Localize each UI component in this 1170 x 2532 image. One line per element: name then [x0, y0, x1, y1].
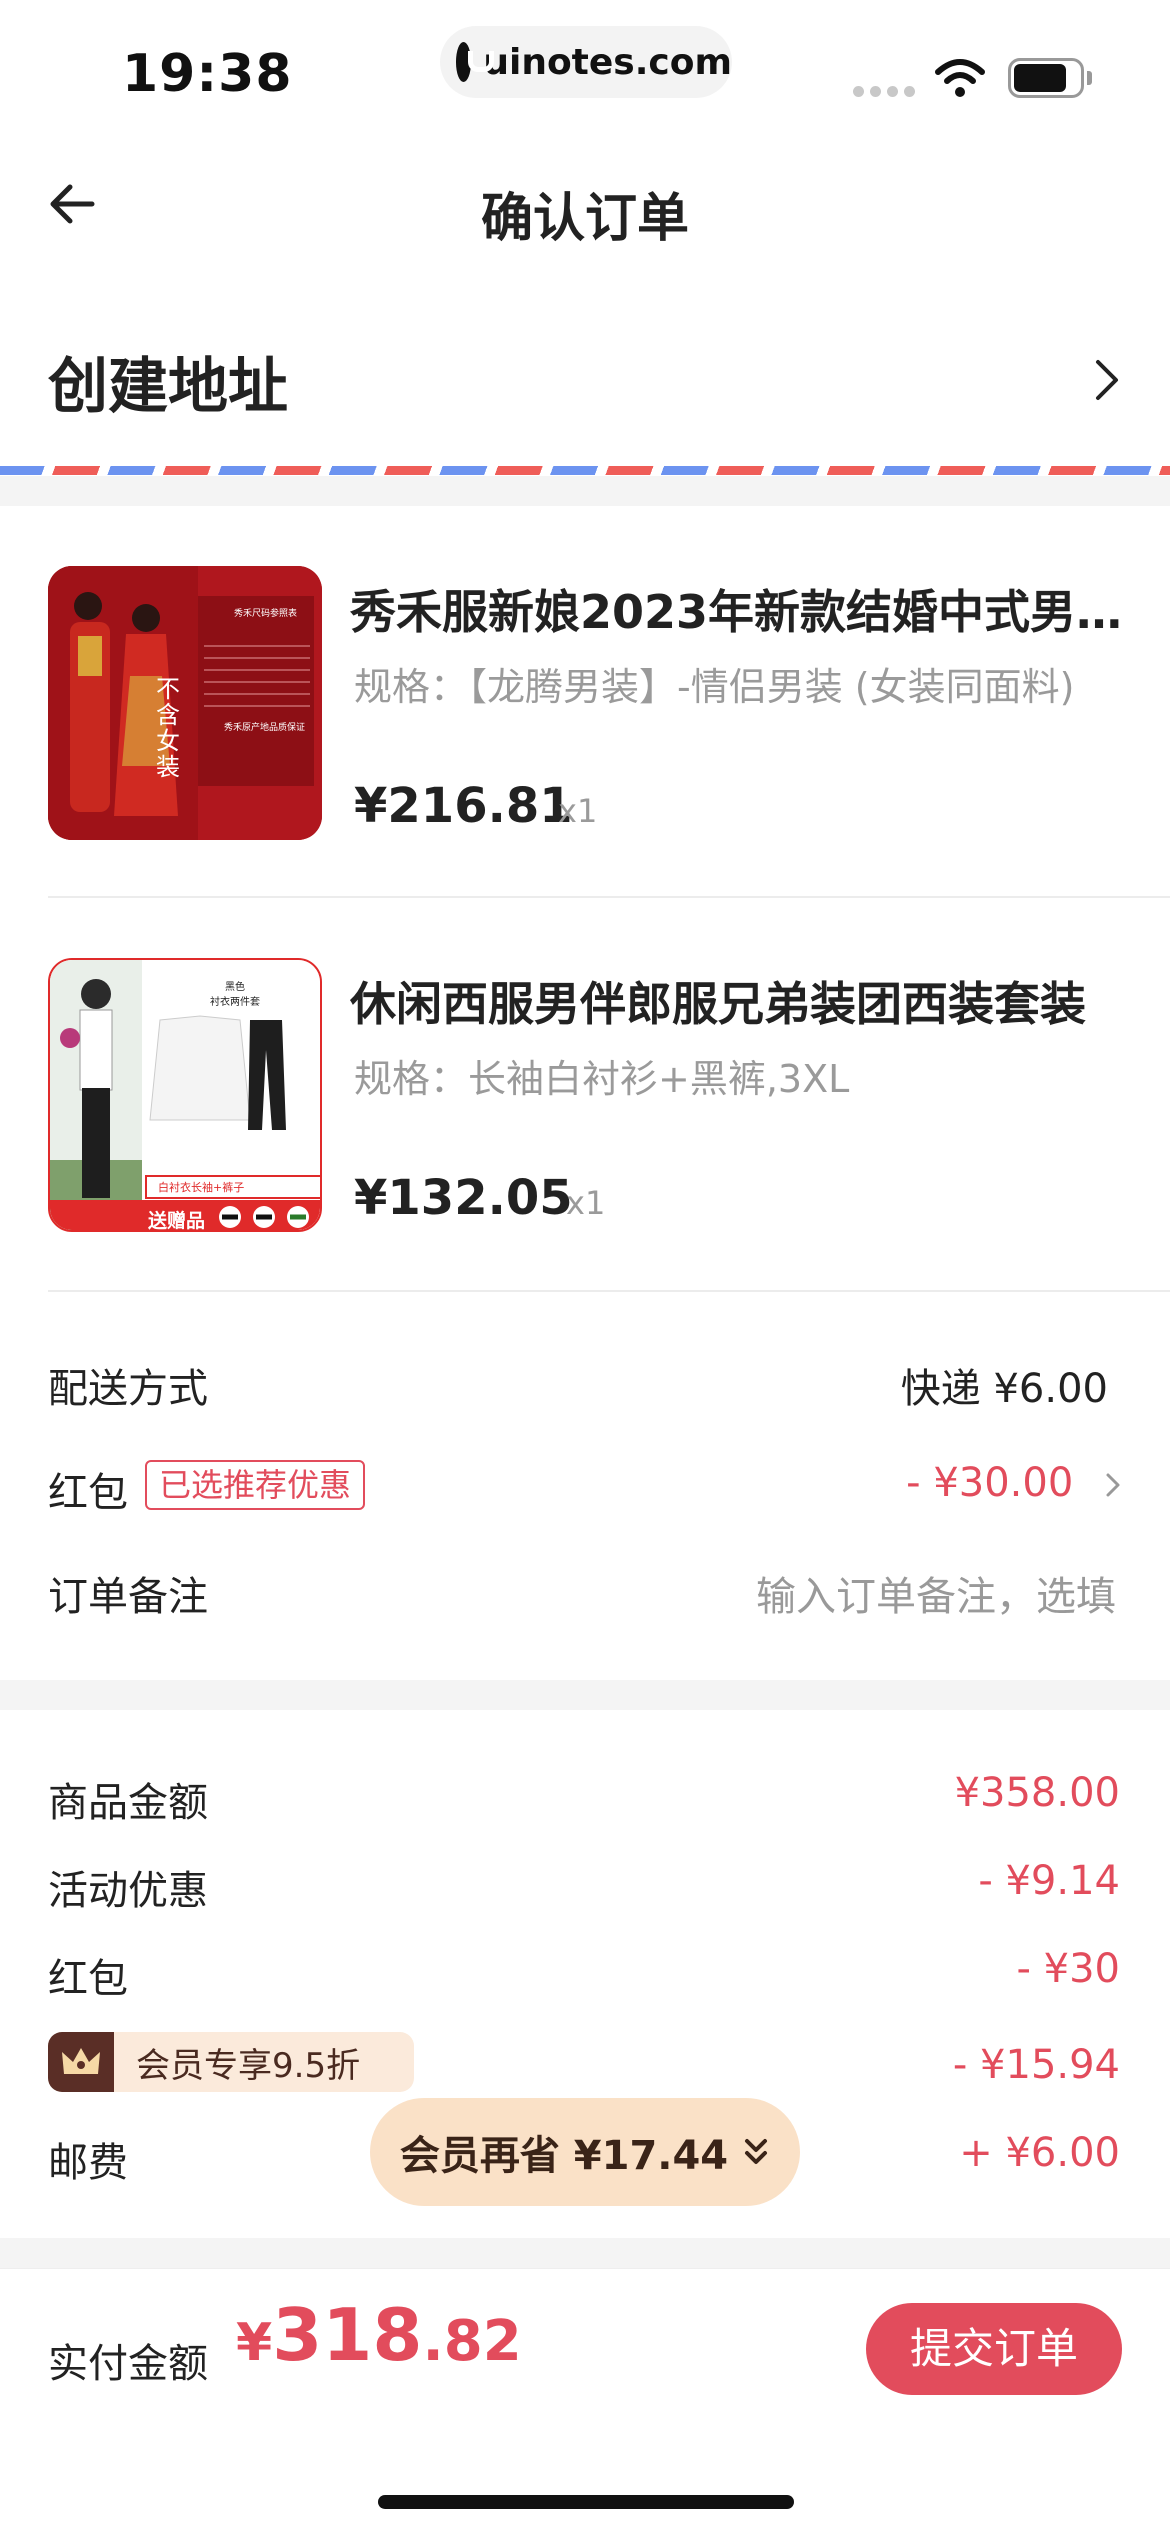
member-discount-label: 会员专享9.5折 — [136, 2045, 361, 2086]
status-bar: 19:38 uinotes.com — [0, 0, 1170, 130]
url-pill[interactable]: uinotes.com — [440, 26, 732, 98]
delivery-label: 配送方式 — [48, 1366, 208, 1412]
amount-integer: 318 — [272, 2293, 423, 2377]
product-image: 黑色 衬衣两件套 白衬衣长袖+裤子 送赠品 — [48, 958, 322, 1232]
thumb-text: 黑色 衬衣两件套 — [210, 982, 260, 1008]
product-spec: 规格：【龙腾男装】-情侣男装 (女装同面料) — [354, 665, 1075, 709]
url-text: uinotes.com — [483, 41, 732, 83]
checkout-bar: 实付金额 ¥318.82 提交订单 — [0, 2268, 1170, 2532]
battery-icon — [1008, 58, 1092, 98]
site-logo-icon — [456, 42, 495, 82]
chevron-right-icon — [1106, 1473, 1120, 1497]
nav-bar: 确认订单 — [0, 140, 1170, 270]
goods-amount-label: 商品金额 — [48, 1780, 208, 1826]
product-spec: 规格：长袖白衬衫+黑裤,3XL — [354, 1057, 850, 1101]
double-chevron-down-icon — [745, 2139, 768, 2164]
page-title: 确认订单 — [480, 189, 689, 249]
product-title: 秀禾服新娘2023年新款结婚中式男女龙凤褂 — [350, 585, 1130, 639]
product-qty: x1 — [558, 792, 598, 830]
amount-decimal: .82 — [422, 2309, 522, 2374]
redpacket-summary-value: - ¥30 — [1016, 1946, 1121, 1992]
redpacket-label: 红包 — [48, 1470, 128, 1516]
remark-row[interactable]: 订单备注 输入订单备注，选填 — [0, 1556, 1170, 1626]
redpacket-value-wrap: - ¥30.00 — [906, 1460, 1122, 1506]
divider — [48, 896, 1170, 898]
redpacket-summary-label: 红包 — [48, 1956, 128, 2002]
recommended-discount-tag: 已选推荐优惠 — [145, 1460, 366, 1510]
address-label: 创建地址 — [48, 352, 288, 422]
summary-row-goods: 商品金额 ¥358.00 — [0, 1762, 1170, 1832]
remark-input[interactable]: 输入订单备注，选填 — [756, 1564, 1116, 1622]
wifi-icon — [935, 59, 985, 97]
delivery-row[interactable]: 配送方式 快递 ¥6.00 — [0, 1348, 1170, 1418]
activity-discount-label: 活动优惠 — [48, 1868, 208, 1914]
thumb-text: 白衬衣长袖+裤子 — [158, 1181, 245, 1194]
currency-symbol: ¥ — [236, 2313, 273, 2373]
thumb-text: 不含女装 — [156, 675, 180, 781]
product-item[interactable]: 黑色 衬衣两件套 白衬衣长袖+裤子 送赠品 休闲西服男伴郎服兄弟装团西装套装 规… — [0, 958, 1170, 1258]
member-discount-value: - ¥15.94 — [952, 2042, 1120, 2088]
section-gap — [0, 1680, 1170, 1710]
home-indicator — [378, 2495, 794, 2509]
redpacket-row[interactable]: 红包 已选推荐优惠 - ¥30.00 — [0, 1452, 1170, 1522]
delivery-value: 快递 ¥6.00 — [900, 1366, 1108, 1412]
shipping-label: 邮费 — [48, 2140, 128, 2186]
create-address-row[interactable]: 创建地址 — [0, 320, 1170, 450]
product-image: 秀禾尺码参照表 不含女装 秀禾原产地品质保证 — [48, 566, 322, 840]
pay-amount-label: 实付金额 — [48, 2341, 208, 2387]
divider — [48, 1290, 1170, 1292]
member-discount-badge: 会员专享9.5折 — [48, 2032, 414, 2092]
member-save-label: 会员再省 ¥17.44 — [399, 2133, 729, 2179]
goods-amount-value: ¥358.00 — [954, 1770, 1120, 1816]
product-price: ¥132.05 — [354, 1170, 573, 1226]
shipping-value: + ¥6.00 — [959, 2130, 1120, 2176]
thumb-text: 秀禾原产地品质保证 — [224, 723, 306, 733]
summary-row-activity: 活动优惠 - ¥9.14 — [0, 1850, 1170, 1920]
product-item[interactable]: 秀禾尺码参照表 不含女装 秀禾原产地品质保证 秀禾服新娘2023年新款结婚中式男… — [0, 566, 1170, 866]
airmail-border — [0, 466, 1170, 475]
member-save-button[interactable]: 会员再省 ¥17.44 — [370, 2098, 800, 2206]
thumb-text: 秀禾尺码参照表 — [234, 609, 298, 619]
section-gap — [0, 2238, 1170, 2268]
product-qty: x1 — [566, 1184, 606, 1222]
product-title: 休闲西服男伴郎服兄弟装团西装套装 — [350, 977, 1086, 1031]
thumb-text: 送赠品 — [148, 1210, 206, 1232]
activity-discount-value: - ¥9.14 — [978, 1858, 1120, 1904]
cellular-signal-icon — [853, 86, 915, 97]
product-price: ¥216.81 — [354, 778, 573, 834]
redpacket-value: - ¥30.00 — [906, 1460, 1074, 1506]
summary-row-member: 会员专享9.5折 - ¥15.94 — [0, 2032, 1170, 2102]
status-time: 19:38 — [122, 44, 293, 104]
crown-icon — [48, 2032, 114, 2092]
pay-amount: ¥318.82 — [236, 2293, 522, 2377]
remark-label: 订单备注 — [48, 1574, 208, 1620]
summary-row-redpacket: 红包 - ¥30 — [0, 1938, 1170, 2008]
chevron-right-icon — [1096, 360, 1118, 400]
submit-order-button[interactable]: 提交订单 — [866, 2303, 1122, 2395]
section-gap — [0, 476, 1170, 506]
